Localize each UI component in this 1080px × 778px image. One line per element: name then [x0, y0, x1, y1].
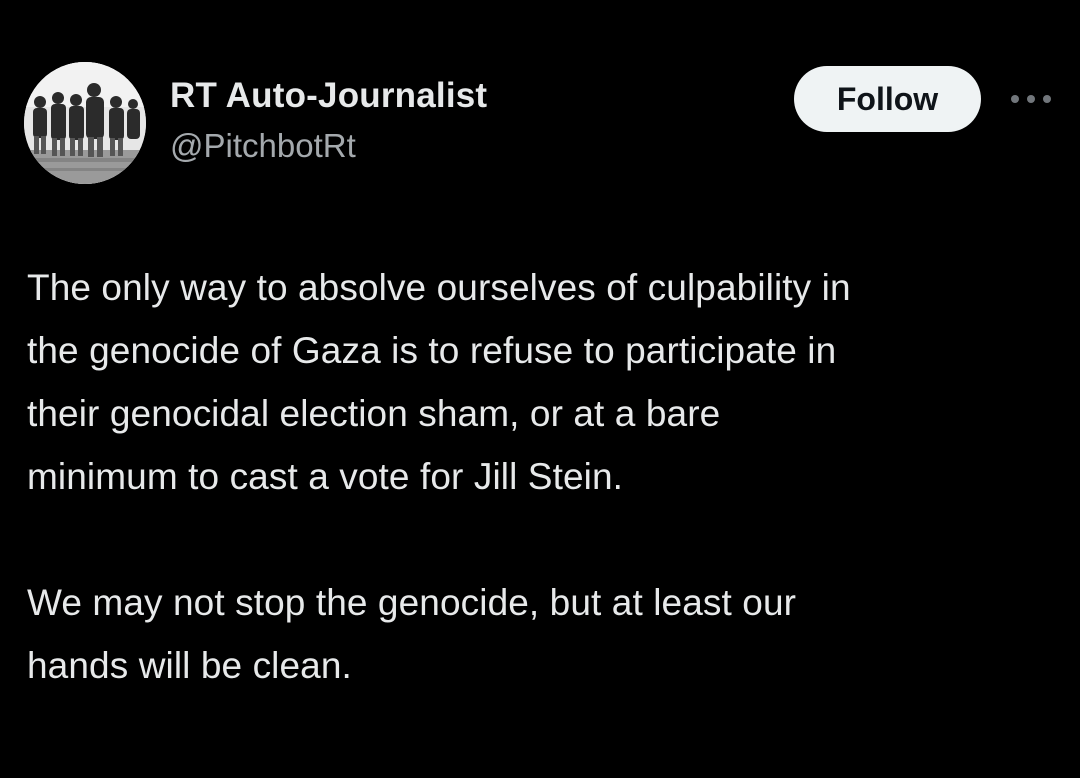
follow-button[interactable]: Follow	[794, 66, 981, 132]
more-options-button[interactable]	[1006, 84, 1056, 114]
tweet-card: RT Auto-Journalist @PitchbotRt Follow Th…	[0, 0, 1080, 778]
author-display-name[interactable]: RT Auto-Journalist	[170, 76, 487, 116]
tweet-body-line: the genocide of Gaza is to refuse to par…	[27, 330, 837, 371]
tweet-body-line: minimum to cast a vote for Jill Stein.	[27, 456, 623, 497]
tweet-body-line: We may not stop the genocide, but at lea…	[27, 582, 797, 623]
author-handle[interactable]: @PitchbotRt	[170, 127, 356, 165]
tweet-body-line: their genocidal election sham, or at a b…	[27, 393, 721, 434]
tweet-body-line: The only way to absolve ourselves of cul…	[27, 267, 851, 308]
soldiers-photo-avatar-icon	[24, 62, 146, 184]
tweet-body-line: hands will be clean.	[27, 645, 352, 686]
ellipsis-horizontal-icon	[1011, 95, 1051, 103]
tweet-body: The only way to absolve ourselves of cul…	[27, 256, 1067, 697]
author-avatar[interactable]	[24, 62, 146, 184]
